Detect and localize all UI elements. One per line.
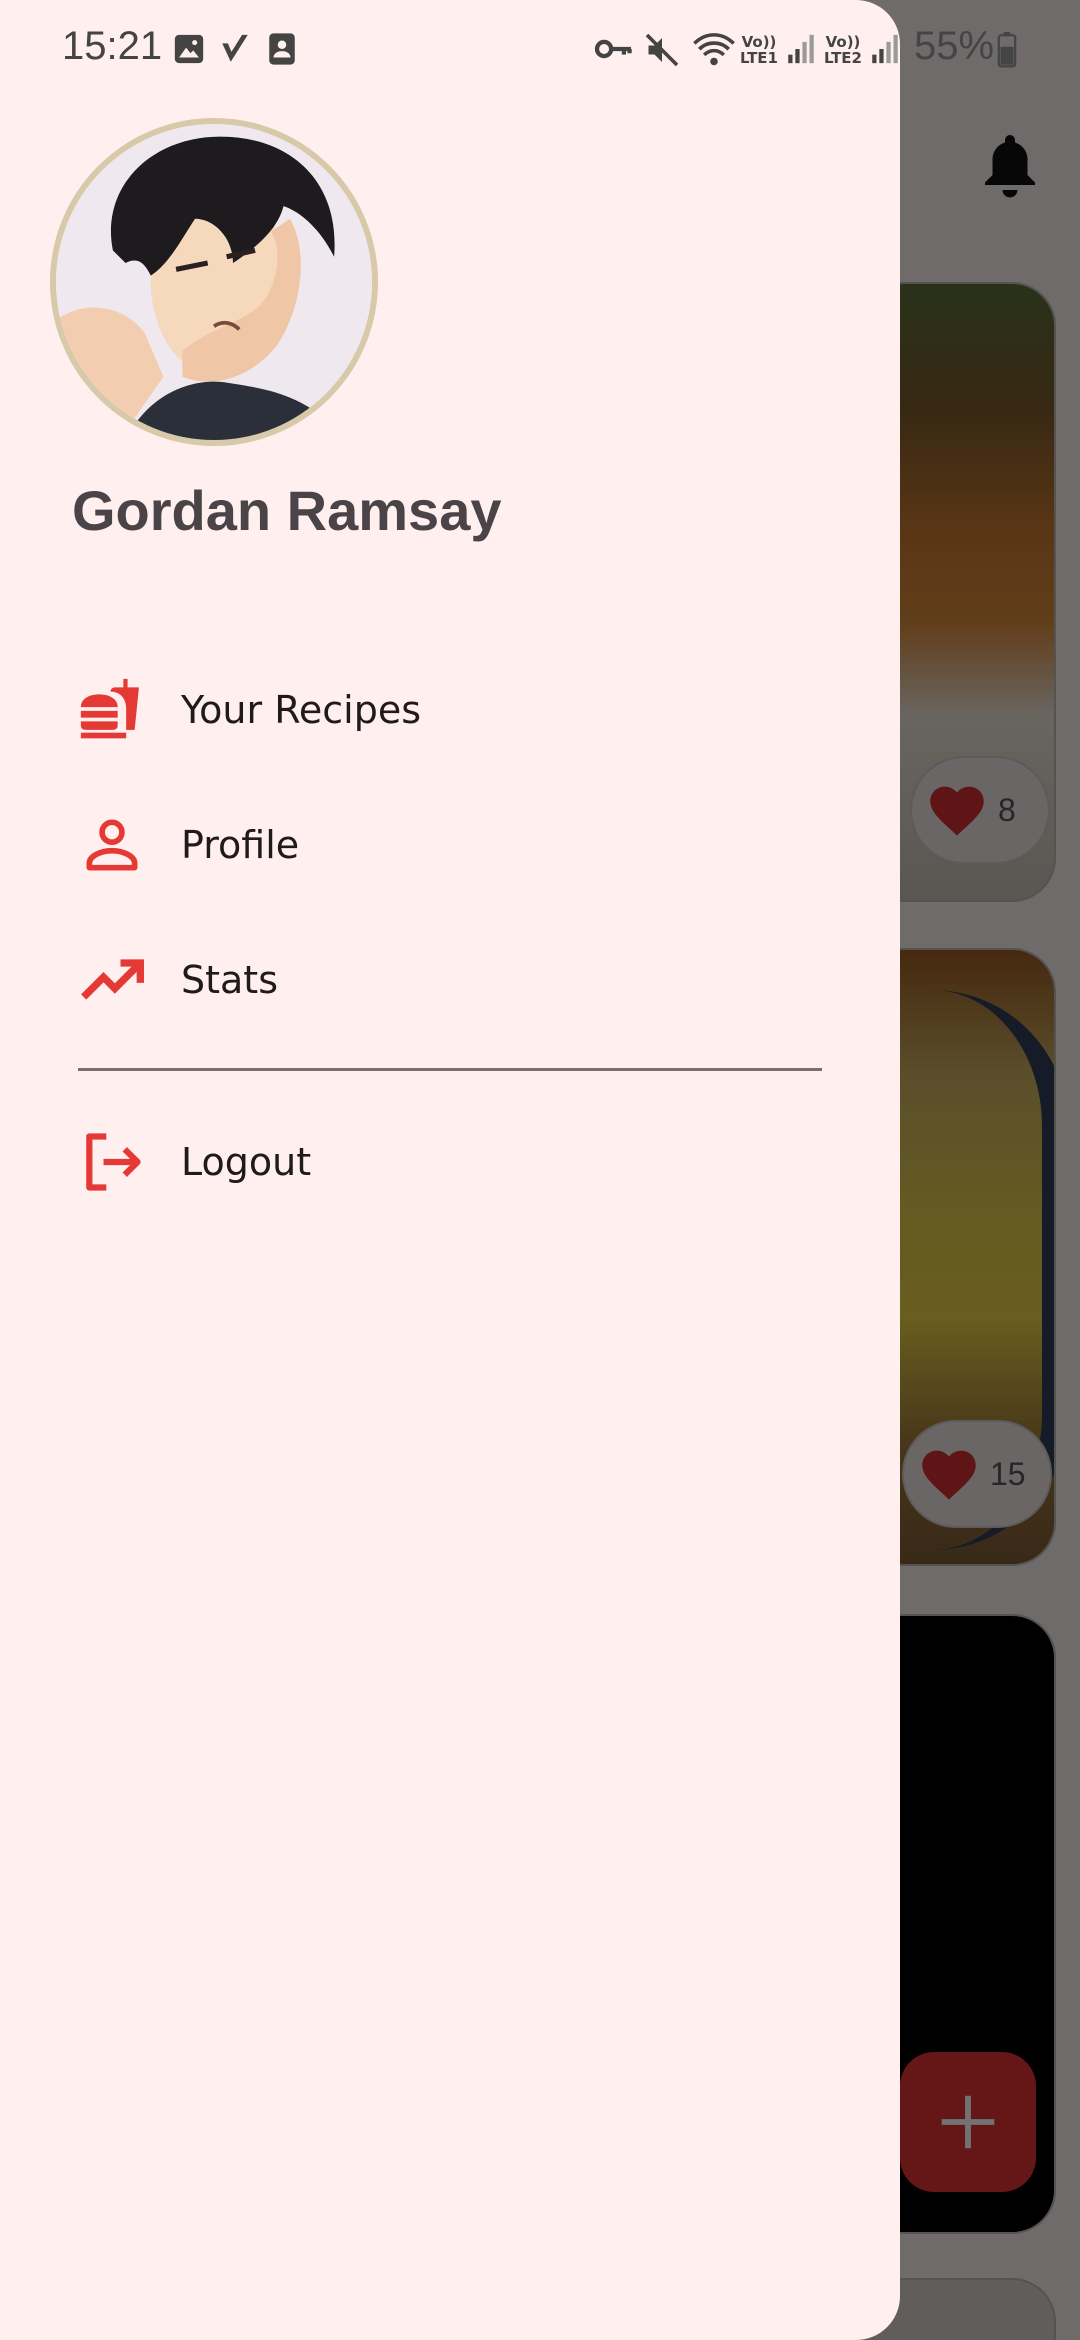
mute-icon [644,32,680,72]
menu-item-label: Stats [181,958,279,1002]
menu-item-label: Your Recipes [181,688,422,732]
status-bar: 15:21 Vo)) LTE1 Vo)) LTE2 55% [0,0,1080,104]
check-v-icon [218,32,252,70]
battery-icon [996,32,1018,72]
vpn-key-icon [594,32,634,70]
menu-item-stats[interactable]: Stats [0,920,900,1040]
trending-up-icon [76,944,148,1016]
sim1-label: Vo)) LTE1 [740,33,778,67]
divider [78,1068,822,1071]
logout-label: Logout [181,1140,312,1184]
menu-item-label: Profile [181,823,300,867]
image-icon [172,32,206,70]
menu-item-profile[interactable]: Profile [0,785,900,905]
menu-item-your-recipes[interactable]: Your Recipes [0,650,900,770]
sim2-label: Vo)) LTE2 [824,33,862,67]
signal-icon [870,32,900,70]
logout-icon [76,1126,148,1198]
person-icon [76,809,148,881]
battery-percent: 55% [914,24,995,68]
wifi-icon [692,32,736,72]
fast-food-icon [76,674,148,746]
navigation-drawer: Gordan Ramsay Your Recipes Profile Stats… [0,0,900,2340]
signal-icon [786,32,816,70]
contact-card-icon [265,32,299,70]
avatar[interactable] [50,118,378,446]
user-name: Gordan Ramsay [72,479,502,542]
status-time: 15:21 [62,24,163,68]
logout-button[interactable]: Logout [0,1102,900,1222]
